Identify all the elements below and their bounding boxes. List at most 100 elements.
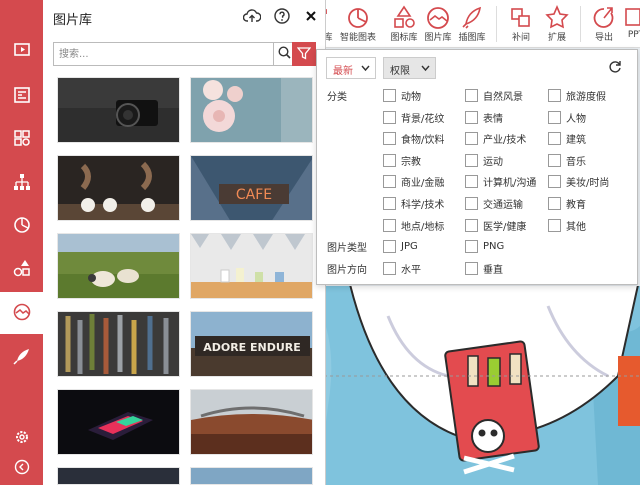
filter-option[interactable]: 地点/地标	[383, 218, 444, 233]
checkbox[interactable]	[465, 261, 478, 275]
filter-option[interactable]: 科学/技术	[383, 196, 445, 211]
filter-option[interactable]: JPG	[383, 239, 418, 253]
checkbox[interactable]	[465, 110, 478, 124]
image-thumbnail[interactable]	[57, 77, 180, 143]
filter-option[interactable]: 食物/饮料	[383, 131, 444, 146]
sidebar-item-text[interactable]	[0, 75, 43, 117]
image-thumbnail[interactable]	[190, 77, 313, 143]
option-label: 产业/技术	[483, 134, 527, 146]
image-thumbnail[interactable]: ADORE ENDURE	[190, 311, 313, 377]
checkbox[interactable]	[383, 239, 396, 253]
image-library-panel: 图片库 CAFE ADORE ENDURE	[43, 0, 326, 485]
image-thumbnail[interactable]	[57, 155, 180, 221]
checkbox[interactable]	[383, 196, 396, 210]
filter-option[interactable]: 音乐	[548, 153, 586, 168]
filter-option[interactable]: 交通运输	[465, 196, 523, 211]
shop-sign-image: ADORE ENDURE	[191, 312, 312, 376]
sort-dropdown[interactable]: 最新	[326, 57, 376, 79]
filter-option[interactable]: 运动	[465, 153, 503, 168]
checkbox[interactable]	[548, 218, 561, 232]
filter-option[interactable]: 产业/技术	[465, 131, 527, 146]
filter-option[interactable]: 表情	[465, 110, 503, 125]
checkbox[interactable]	[465, 174, 478, 188]
toolbar-item-illustration[interactable]: 插图库	[452, 4, 492, 43]
shapes-icon	[13, 259, 31, 280]
option-label: 动物	[401, 91, 421, 103]
filter-button[interactable]	[292, 42, 316, 66]
upload-button[interactable]	[242, 7, 262, 27]
sidebar-item-shapes[interactable]	[0, 248, 43, 290]
checkbox[interactable]	[383, 153, 396, 167]
permission-dropdown[interactable]: 权限	[383, 57, 436, 79]
chevron-down-icon	[361, 64, 370, 75]
slide-canvas[interactable]	[318, 286, 640, 485]
checkbox[interactable]	[548, 88, 561, 102]
filter-option[interactable]: 美妆/时尚	[548, 174, 609, 189]
image-thumbnail[interactable]	[57, 311, 180, 377]
checkbox[interactable]	[465, 131, 478, 145]
option-label: 科学/技术	[401, 199, 445, 211]
checkbox[interactable]	[548, 131, 561, 145]
sidebar-collapse-button[interactable]	[0, 448, 43, 485]
toolbar-item-extend[interactable]: 扩展	[537, 4, 577, 43]
checkbox[interactable]	[548, 153, 561, 167]
ribbon-toolbar: 库 智能图表 图标库 图片库 插图库 补间 扩展 导出 PP	[312, 0, 640, 48]
option-label: 人物	[566, 113, 586, 125]
checkbox[interactable]	[548, 110, 561, 124]
filter-option[interactable]: 动物	[383, 88, 421, 103]
reset-button[interactable]	[605, 58, 625, 78]
sidebar-item-illustrations[interactable]	[0, 336, 43, 378]
help-button[interactable]	[272, 7, 292, 27]
close-button[interactable]	[301, 7, 321, 27]
sidebar-item-org-chart[interactable]	[0, 162, 43, 204]
toolbar-item-ppt[interactable]: PPT	[616, 4, 640, 40]
checkbox[interactable]	[383, 88, 396, 102]
svg-text:ADORE ENDURE: ADORE ENDURE	[203, 341, 301, 354]
checkbox[interactable]	[383, 174, 396, 188]
filter-option[interactable]: PNG	[465, 239, 504, 253]
toolbar-label: 补间	[511, 33, 530, 43]
image-thumbnail[interactable]	[190, 389, 313, 455]
filter-option[interactable]: 商业/金融	[383, 174, 444, 189]
toolbar-item-tween[interactable]: 补间	[501, 4, 541, 43]
checkbox[interactable]	[548, 196, 561, 210]
checkbox[interactable]	[465, 218, 478, 232]
sidebar-item-images[interactable]	[0, 292, 43, 334]
option-label: 计算机/沟通	[483, 177, 537, 189]
image-thumbnail[interactable]: CAFE	[190, 155, 313, 221]
grid-blocks-icon	[13, 129, 31, 150]
filter-option[interactable]: 自然风景	[465, 88, 523, 103]
image-thumbnail[interactable]	[57, 233, 180, 299]
checkbox[interactable]	[383, 261, 396, 275]
checkbox[interactable]	[465, 239, 478, 253]
search-input[interactable]	[54, 43, 264, 65]
filter-option[interactable]: 计算机/沟通	[465, 174, 537, 189]
checkbox[interactable]	[465, 153, 478, 167]
filter-option[interactable]: 教育	[548, 196, 586, 211]
image-thumbnail[interactable]	[57, 467, 180, 485]
filter-option[interactable]: 其他	[548, 218, 586, 233]
checkbox[interactable]	[548, 174, 561, 188]
sidebar-item-chart[interactable]	[0, 205, 43, 247]
filter-option[interactable]: 旅游度假	[548, 88, 606, 103]
filter-option[interactable]: 水平	[383, 261, 421, 276]
checkbox[interactable]	[383, 218, 396, 232]
checkbox[interactable]	[383, 131, 396, 145]
article-icon	[13, 86, 31, 107]
filter-option[interactable]: 垂直	[465, 261, 503, 276]
filter-option[interactable]: 医学/健康	[465, 218, 526, 233]
filter-option[interactable]: 宗教	[383, 153, 421, 168]
sidebar-item-blocks[interactable]	[0, 118, 43, 160]
toolbar-item-smart-chart[interactable]: 智能图表	[338, 4, 378, 43]
sidebar-item-slides[interactable]	[0, 30, 43, 72]
checkbox[interactable]	[383, 110, 396, 124]
checkbox[interactable]	[465, 88, 478, 102]
checkbox[interactable]	[465, 196, 478, 210]
filter-option[interactable]: 建筑	[548, 131, 586, 146]
image-thumbnail[interactable]	[190, 467, 313, 485]
image-thumbnail[interactable]	[57, 389, 180, 455]
image-thumbnail[interactable]	[190, 233, 313, 299]
filter-option[interactable]: 背景/花纹	[383, 110, 444, 125]
filter-option[interactable]: 人物	[548, 110, 586, 125]
option-label: 自然风景	[483, 91, 523, 103]
